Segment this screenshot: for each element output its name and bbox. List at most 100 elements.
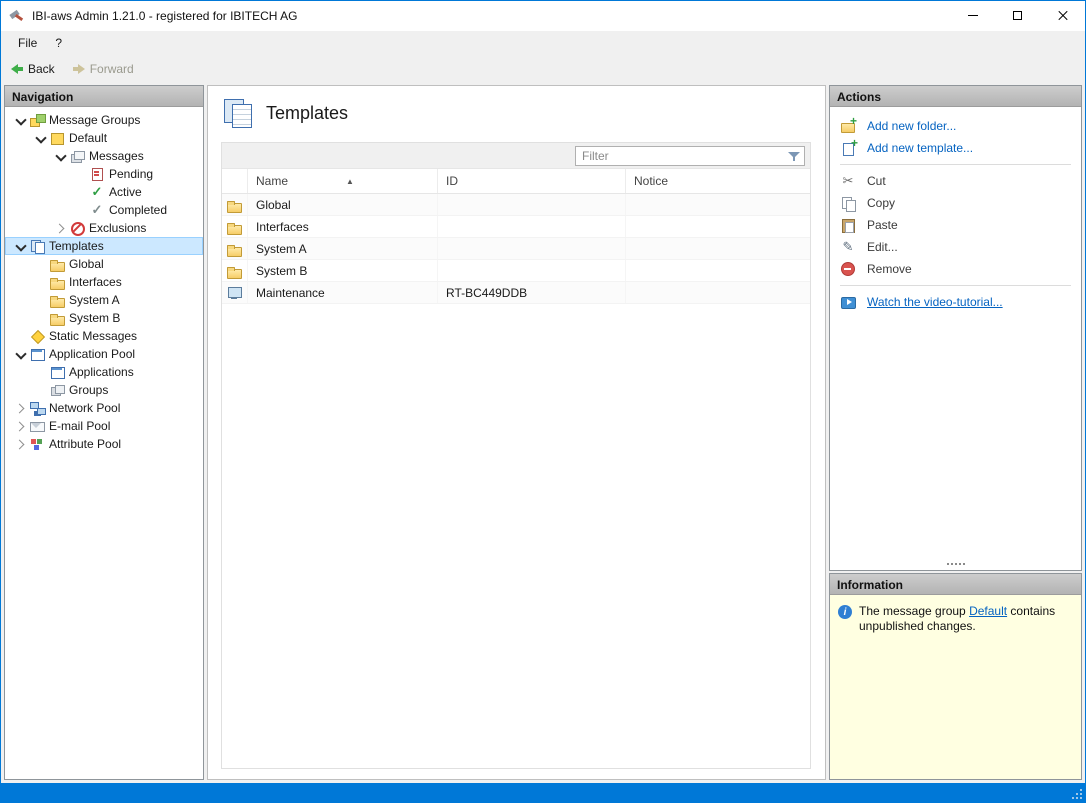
tree-item-pending[interactable]: Pending xyxy=(5,165,203,183)
tree-item-global[interactable]: Global xyxy=(5,255,203,273)
tree-item-label: Static Messages xyxy=(49,329,137,343)
chevron-down-icon[interactable] xyxy=(13,238,29,254)
tree-item-e-mail-pool[interactable]: E-mail Pool xyxy=(5,417,203,435)
action-add-new-template[interactable]: Add new template... xyxy=(830,137,1081,159)
static-messages-icon xyxy=(29,328,45,344)
cell-id: RT-BC449DDB xyxy=(438,282,626,303)
email-pool-icon xyxy=(29,418,45,434)
application-pool-icon xyxy=(29,346,45,362)
folder-icon xyxy=(226,219,242,235)
menu-file[interactable]: File xyxy=(9,33,46,53)
cell-name: System A xyxy=(248,238,438,259)
action-add-new-folder[interactable]: Add new folder... xyxy=(830,115,1081,137)
chevron-down-icon[interactable] xyxy=(33,130,49,146)
folder-icon xyxy=(49,274,65,290)
cell-notice xyxy=(626,282,810,303)
chevron-right-icon[interactable] xyxy=(53,220,69,236)
tree-item-system-a[interactable]: System A xyxy=(5,291,203,309)
row-icon-cell xyxy=(222,194,248,215)
app-icon xyxy=(9,8,25,24)
close-icon xyxy=(1057,10,1069,22)
tree-item-message-groups[interactable]: Message Groups xyxy=(5,111,203,129)
column-header-id[interactable]: ID xyxy=(438,169,626,193)
panel-splitter[interactable] xyxy=(830,558,1081,570)
folder-icon xyxy=(49,256,65,272)
tree-item-completed[interactable]: Completed xyxy=(5,201,203,219)
menu-bar: File ? xyxy=(1,31,1085,55)
chevron-spacer xyxy=(73,184,89,200)
chevron-down-icon[interactable] xyxy=(53,148,69,164)
maximize-button[interactable] xyxy=(995,1,1040,30)
default-group-link[interactable]: Default xyxy=(969,604,1007,618)
action-watch-the-video-tutorial[interactable]: Watch the video-tutorial... xyxy=(830,291,1081,313)
tree-item-label: Application Pool xyxy=(49,347,135,361)
chevron-spacer xyxy=(73,202,89,218)
tree-item-label: System A xyxy=(69,293,120,307)
forward-button[interactable]: Forward xyxy=(70,60,137,78)
page-title: Templates xyxy=(266,103,348,124)
applications-icon xyxy=(49,364,65,380)
right-column: Actions Add new folder...Add new templat… xyxy=(829,85,1082,780)
tree-item-groups[interactable]: Groups xyxy=(5,381,203,399)
chevron-down-icon[interactable] xyxy=(13,346,29,362)
app-window: IBI-aws Admin 1.21.0 - registered for IB… xyxy=(0,0,1086,803)
action-paste[interactable]: Paste xyxy=(830,214,1081,236)
tree-item-attribute-pool[interactable]: Attribute Pool xyxy=(5,435,203,453)
action-remove[interactable]: Remove xyxy=(830,258,1081,280)
tree-item-label: Default xyxy=(69,131,107,145)
cut-icon xyxy=(840,173,856,189)
tree-item-label: Interfaces xyxy=(69,275,122,289)
table-row-maintenance[interactable]: MaintenanceRT-BC449DDB xyxy=(222,282,810,304)
title-bar: IBI-aws Admin 1.21.0 - registered for IB… xyxy=(1,1,1085,31)
chevron-down-icon[interactable] xyxy=(13,112,29,128)
tree-item-applications[interactable]: Applications xyxy=(5,363,203,381)
cell-id xyxy=(438,260,626,281)
filter-input[interactable] xyxy=(576,149,786,163)
main-header: Templates xyxy=(221,94,811,142)
chevron-right-icon[interactable] xyxy=(13,400,29,416)
tree-item-application-pool[interactable]: Application Pool xyxy=(5,345,203,363)
tree-item-label: Pending xyxy=(109,167,153,181)
table-row-system-a[interactable]: System A xyxy=(222,238,810,260)
exclusions-icon xyxy=(69,220,85,236)
tree-item-templates[interactable]: Templates xyxy=(5,237,203,255)
chevron-spacer xyxy=(33,364,49,380)
filter-funnel-icon[interactable] xyxy=(786,148,804,164)
column-header-notice[interactable]: Notice xyxy=(626,169,810,193)
action-cut[interactable]: Cut xyxy=(830,170,1081,192)
back-button[interactable]: Back xyxy=(8,60,58,78)
messages-icon xyxy=(69,148,85,164)
chevron-right-icon[interactable] xyxy=(13,418,29,434)
tree-item-system-b[interactable]: System B xyxy=(5,309,203,327)
navigation-tree: Message Groups Default Messages Pending Acti… xyxy=(5,107,203,779)
chevron-right-icon[interactable] xyxy=(13,436,29,452)
menu-help[interactable]: ? xyxy=(46,33,71,53)
minimize-button[interactable] xyxy=(950,1,995,30)
chevron-spacer xyxy=(33,310,49,326)
table-row-interfaces[interactable]: Interfaces xyxy=(222,216,810,238)
pending-icon xyxy=(89,166,105,182)
resize-grip[interactable] xyxy=(1080,797,1082,799)
tree-item-interfaces[interactable]: Interfaces xyxy=(5,273,203,291)
action-edit[interactable]: Edit... xyxy=(830,236,1081,258)
cell-notice xyxy=(626,238,810,259)
chevron-spacer xyxy=(33,292,49,308)
tree-item-static-messages[interactable]: Static Messages xyxy=(5,327,203,345)
row-icon-cell xyxy=(222,216,248,237)
table-row-global[interactable]: Global xyxy=(222,194,810,216)
chevron-spacer xyxy=(33,382,49,398)
tree-item-exclusions[interactable]: Exclusions xyxy=(5,219,203,237)
tree-item-active[interactable]: Active xyxy=(5,183,203,201)
close-button[interactable] xyxy=(1040,1,1085,30)
information-message: The message group Default contains unpub… xyxy=(859,604,1067,634)
table-row-system-b[interactable]: System B xyxy=(222,260,810,282)
video-icon xyxy=(840,294,856,310)
action-copy[interactable]: Copy xyxy=(830,192,1081,214)
tree-item-network-pool[interactable]: Network Pool xyxy=(5,399,203,417)
folder-icon xyxy=(226,197,242,213)
tree-item-messages[interactable]: Messages xyxy=(5,147,203,165)
add-template-icon xyxy=(840,140,856,156)
column-header-name[interactable]: Name▲ xyxy=(248,169,438,193)
tree-item-default[interactable]: Default xyxy=(5,129,203,147)
action-label: Remove xyxy=(867,262,912,276)
